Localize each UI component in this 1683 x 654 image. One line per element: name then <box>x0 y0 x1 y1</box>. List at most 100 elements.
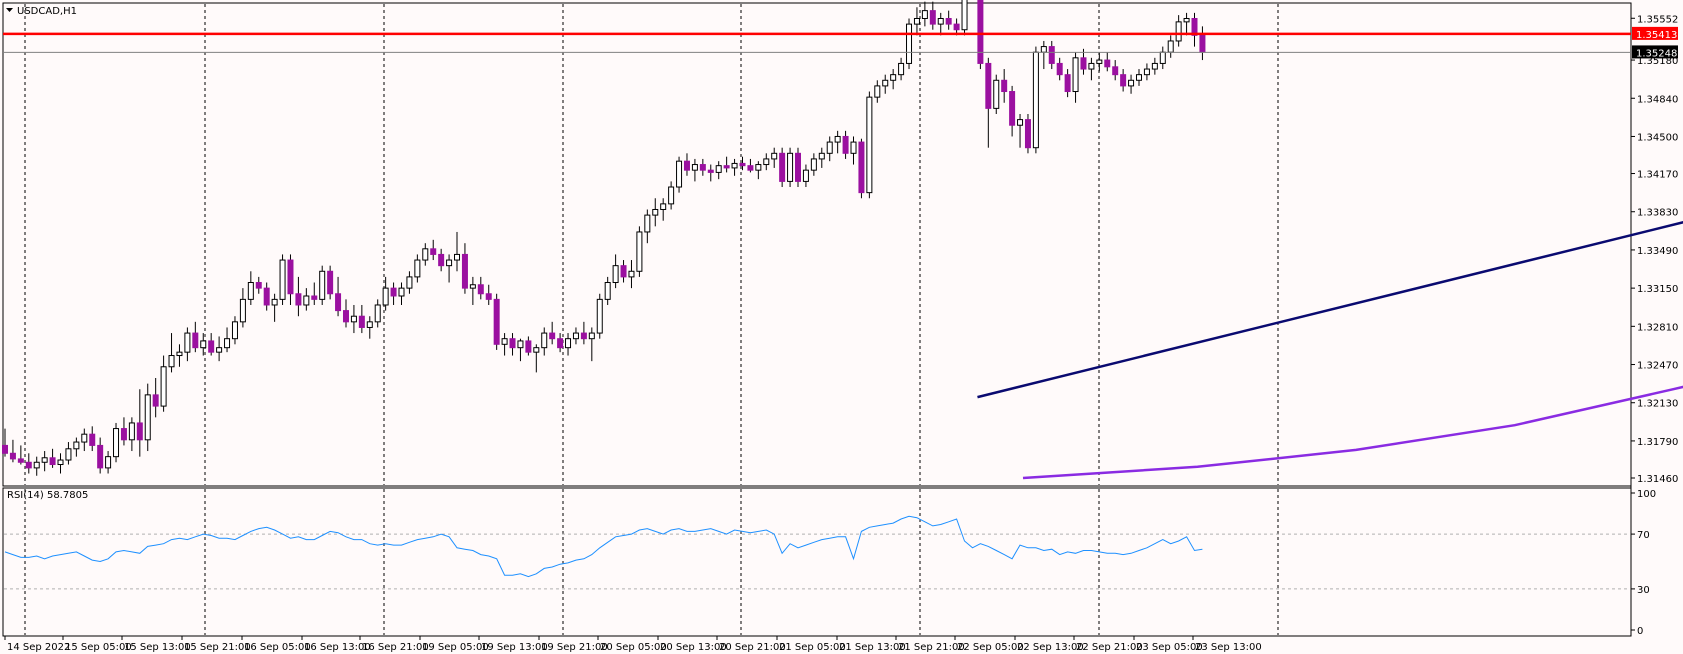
time-tick-label: 16 Sep 05:00 <box>244 642 311 653</box>
bull-candle-body <box>303 295 310 306</box>
bear-candle-body <box>438 253 445 267</box>
candle <box>493 293 500 350</box>
time-tick-label: 16 Sep 21:00 <box>362 642 429 653</box>
bull-candle-body <box>644 214 651 233</box>
bull-candle-body <box>73 441 80 450</box>
bear-candle-body <box>779 152 786 182</box>
price-tick-label: 1.32130 <box>1637 399 1678 410</box>
bear-candle-body <box>1120 74 1127 87</box>
bull-candle-body <box>921 10 928 19</box>
time-tick-label: 21 Sep 13:00 <box>839 642 906 653</box>
price-tick-label: 1.33830 <box>1637 208 1678 219</box>
bull-candle-body <box>176 351 183 357</box>
bull-candle-body <box>636 231 643 272</box>
resistance-tag-label: 1.35413 <box>1636 30 1677 41</box>
bull-candle-body <box>224 338 231 349</box>
bull-candle-body <box>715 165 722 173</box>
bull-candle-body <box>105 456 112 469</box>
price-tick-label: 1.34500 <box>1637 132 1678 143</box>
bull-candle-body <box>57 459 64 466</box>
candle <box>636 226 643 277</box>
bull-candle-body <box>1175 21 1182 42</box>
usdcad-chart: 1.355521.351801.348401.345001.341701.338… <box>0 0 1683 654</box>
bull-candle-body <box>1040 46 1047 53</box>
bull-candle-body <box>144 394 151 441</box>
time-tick-label: 19 Sep 13:00 <box>481 642 548 653</box>
bull-candle-body <box>874 85 881 98</box>
bull-candle-body <box>676 160 683 188</box>
bull-candle-body <box>1128 79 1135 87</box>
bull-candle-body <box>350 315 357 323</box>
bear-candle-body <box>580 332 587 340</box>
chart-title: USDCAD,H1 <box>17 6 77 17</box>
bull-candle-body <box>200 340 207 349</box>
time-tick-label: 20 Sep 13:00 <box>660 642 727 653</box>
price-tick-label: 1.31460 <box>1637 474 1678 485</box>
bull-candle-body <box>1151 62 1158 70</box>
bull-candle-body <box>398 287 405 297</box>
bull-candle-body <box>319 270 326 300</box>
bull-candle-body <box>113 428 120 458</box>
bear-candle-body <box>557 338 564 349</box>
bull-candle-body <box>469 284 476 289</box>
bear-candle-body <box>152 394 159 407</box>
bear-candle-body <box>795 152 801 182</box>
bull-candle-body <box>565 338 572 349</box>
bear-candle-body <box>620 265 627 278</box>
bull-candle-body <box>826 141 833 154</box>
time-tick-label: 22 Sep 05:00 <box>957 642 1024 653</box>
bear-candle-body <box>493 298 500 345</box>
bull-candle-body <box>810 158 817 171</box>
candle <box>779 147 786 188</box>
bull-candle-body <box>1072 57 1079 93</box>
bull-candle-body <box>422 248 429 261</box>
bear-candle-body <box>477 284 484 295</box>
bull-candle-body <box>533 347 540 353</box>
bear-candle-body <box>327 270 334 295</box>
candle <box>113 422 120 463</box>
bear-candle-body <box>1064 74 1071 93</box>
time-tick-label: 21 Sep 05:00 <box>779 642 846 653</box>
price-tick-label: 1.31790 <box>1637 437 1678 448</box>
bear-candle-body <box>358 315 365 328</box>
bear-candle-body <box>192 332 199 349</box>
candle <box>993 74 1000 114</box>
price-tick-label: 1.32470 <box>1637 361 1678 372</box>
rsi-tick-label: 30 <box>1637 585 1650 596</box>
bull-candle-body <box>818 152 825 160</box>
time-tick-label: 15 Sep 05:00 <box>65 642 132 653</box>
candle <box>279 254 286 305</box>
bear-candle-body <box>985 62 992 109</box>
bull-candle-body <box>81 433 88 443</box>
bear-candle-body <box>509 338 516 349</box>
bull-candle-body <box>771 152 778 160</box>
bear-candle-body <box>1024 119 1031 149</box>
time-tick-label: 20 Sep 05:00 <box>600 642 667 653</box>
bull-candle-body <box>890 74 897 81</box>
bull-candle-body <box>763 158 770 166</box>
bear-candle-body <box>683 160 690 171</box>
bull-candle-body <box>1096 59 1103 64</box>
price-tick-label: 1.35552 <box>1637 14 1678 25</box>
bull-candle-body <box>271 298 278 306</box>
time-tick-label: 23 Sep 05:00 <box>1136 642 1203 653</box>
bull-candle-body <box>414 259 421 278</box>
bear-candle-body <box>25 461 32 469</box>
bull-candle-body <box>1183 17 1190 23</box>
bull-candle-body <box>866 96 873 194</box>
bull-candle-body <box>691 164 698 171</box>
time-tick-label: 14 Sep 2022 <box>7 642 70 653</box>
candle <box>1032 46 1039 154</box>
bull-candle-body <box>279 259 286 300</box>
bull-candle-body <box>1017 119 1024 126</box>
bear-candle-body <box>390 287 397 297</box>
rsi-tick-label: 100 <box>1637 489 1656 500</box>
bull-candle-body <box>668 186 675 205</box>
price-tick-label: 1.32810 <box>1637 322 1678 333</box>
bear-candle-body <box>858 141 865 194</box>
bear-candle-body <box>295 293 302 306</box>
bear-candle-body <box>549 332 556 340</box>
bull-candle-body <box>802 169 809 182</box>
bear-candle-body <box>136 422 143 441</box>
chart-background <box>0 0 1683 654</box>
